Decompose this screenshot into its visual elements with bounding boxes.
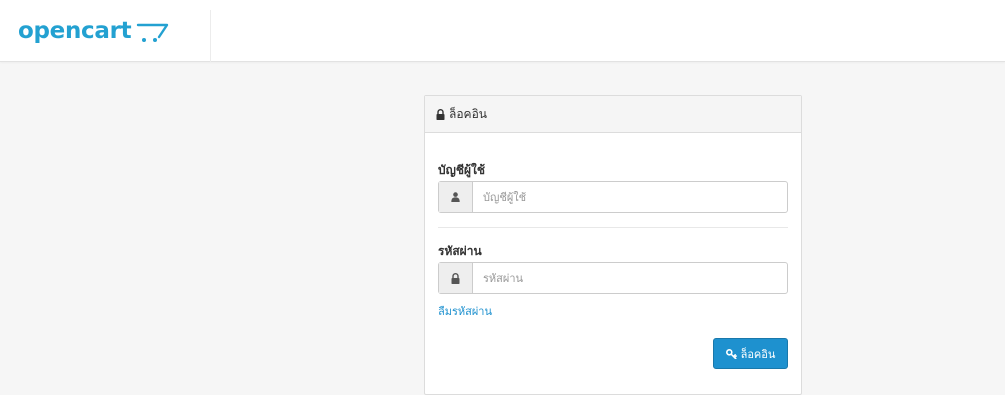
- password-input-group: [438, 262, 788, 294]
- login-button-label: ล็อคอิน: [740, 347, 776, 361]
- panel-title: ล็อคอิน: [449, 106, 487, 121]
- opencart-logo[interactable]: opencart: [18, 18, 170, 48]
- header: opencart: [0, 0, 1005, 62]
- username-input-group: [438, 181, 788, 213]
- username-input[interactable]: [473, 182, 787, 212]
- field-separator: [438, 227, 788, 228]
- password-input[interactable]: [473, 263, 787, 293]
- user-icon: [439, 182, 473, 212]
- password-label: รหัสผ่าน: [438, 244, 482, 258]
- header-divider: [210, 10, 211, 62]
- lock-icon: [436, 108, 445, 120]
- login-panel: ล็อคอิน บัญชีผู้ใช้ รหัสผ่าน ลืมรหัสผ่าน…: [424, 95, 802, 395]
- cart-icon: [136, 21, 170, 47]
- username-label: บัญชีผู้ใช้: [438, 163, 486, 177]
- panel-heading: ล็อคอิน: [425, 96, 801, 133]
- key-icon: [725, 348, 737, 359]
- logo-text: opencart: [18, 18, 132, 44]
- lock-icon: [439, 263, 473, 293]
- login-button[interactable]: ล็อคอิน: [713, 338, 788, 369]
- forgot-password-link[interactable]: ลืมรหัสผ่าน: [438, 302, 492, 320]
